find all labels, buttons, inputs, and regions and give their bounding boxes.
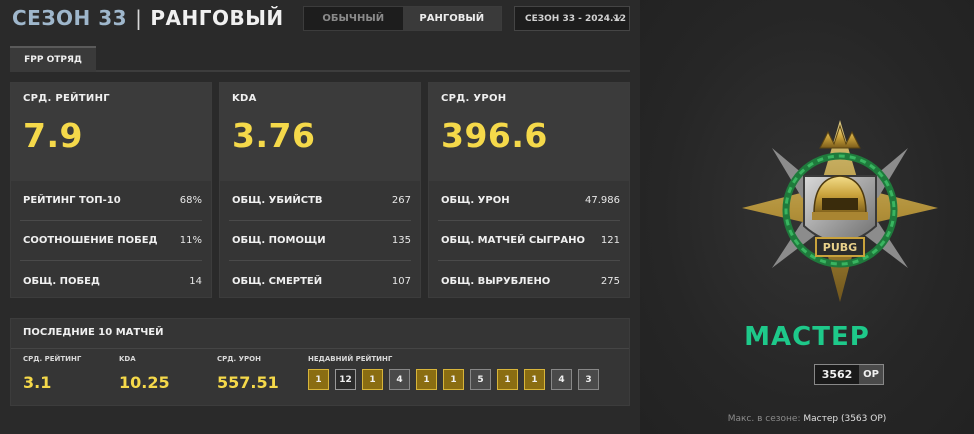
stat-row: ОБЩ. УРОН 47.986: [438, 181, 620, 221]
recent-stat-rating: СРД. РЕЙТИНГ 3.1: [23, 355, 81, 392]
placement-chip: 4: [389, 369, 410, 390]
mode-title: РАНГОВЫЙ: [150, 6, 284, 30]
stat-row: ОБЩ. ВЫРУБЛЕНО 275: [438, 261, 620, 301]
season-dropdown-value: СЕЗОН 33 - 2024.12: [525, 13, 626, 24]
card-label: KDA: [232, 93, 257, 104]
rank-points-unit: OP: [859, 365, 883, 384]
recent-placements: 1 12 1 4 1 1 5 1 1 4 3: [308, 369, 599, 390]
season-max: Макс. в сезоне: Мастер (3563 OP): [640, 414, 974, 424]
recent-placements-label-wrap: НЕДАВНИЙ РЕЙТИНГ: [308, 355, 392, 363]
title-separator: |: [135, 6, 143, 30]
rank-points-badge: 3562 OP: [814, 364, 884, 385]
tab-fpp-squad[interactable]: FPP ОТРЯД: [10, 46, 96, 72]
stat-value: 121: [600, 235, 620, 246]
placement-chip: 1: [308, 369, 329, 390]
stat-row: ОБЩ. ПОМОЩИ 135: [229, 221, 411, 261]
damage-card: СРД. УРОН 396.6 ОБЩ. УРОН 47.986 ОБЩ. МАТ…: [428, 82, 630, 298]
placement-chip: 12: [335, 369, 356, 390]
stat-key: РЕЙТИНГ ТОП-10: [23, 195, 121, 206]
stat-key: ОБЩ. ПОМОЩИ: [232, 235, 326, 246]
rank-panel: PUBG МАСТЕР 3562 OP Макс. в сезоне: Маст…: [640, 0, 974, 434]
stat-row: РЕЙТИНГ ТОП-10 68%: [20, 181, 202, 221]
stat-row: ОБЩ. СМЕРТЕЙ 107: [229, 261, 411, 301]
card-value: 396.6: [441, 116, 548, 155]
placement-chip: 1: [497, 369, 518, 390]
stat-key: ОБЩ. МАТЧЕЙ СЫГРАНО: [441, 235, 585, 246]
card-value: 3.76: [232, 116, 316, 155]
card-value: 7.9: [23, 116, 83, 155]
rating-card: СРД. РЕЙТИНГ 7.9 РЕЙТИНГ ТОП-10 68% СООТН…: [10, 82, 212, 298]
stat-value: 47.986: [585, 195, 620, 206]
stat-value: 107: [391, 275, 411, 287]
placement-chip: 1: [524, 369, 545, 390]
stat-key: ОБЩ. УБИЙСТВ: [232, 195, 323, 206]
stat-key: ОБЩ. ВЫРУБЛЕНО: [441, 275, 551, 287]
recent-stat-label: СРД. РЕЙТИНГ: [23, 355, 82, 363]
recent-stat-value: 3.1: [23, 373, 52, 392]
stat-key: СООТНОШЕНИЕ ПОБЕД: [23, 235, 158, 246]
stat-value: 135: [391, 235, 411, 246]
recent-stat-value: 10.25: [119, 373, 170, 392]
recent-matches-panel: ПОСЛЕДНИЕ 10 МАТЧЕЙ СРД. РЕЙТИНГ 3.1 KDA…: [10, 318, 630, 406]
mode-ranked-button[interactable]: РАНГОВЫЙ: [402, 7, 501, 30]
recent-stat-label: СРД. УРОН: [217, 355, 261, 363]
stat-value: 14: [189, 275, 202, 287]
master-rank-emblem-icon: PUBG: [742, 120, 938, 302]
stat-key: ОБЩ. ПОБЕД: [23, 275, 100, 287]
stat-value: 11%: [179, 235, 202, 246]
card-label: СРД. РЕЙТИНГ: [23, 93, 110, 104]
stat-row: ОБЩ. ПОБЕД 14: [20, 261, 202, 301]
recent-matches-title: ПОСЛЕДНИЕ 10 МАТЧЕЙ: [23, 327, 164, 338]
tab-divider: [10, 70, 630, 72]
placement-chip: 3: [578, 369, 599, 390]
recent-stat-value: 557.51: [217, 373, 279, 392]
season-max-value: Мастер (3563 OP): [803, 414, 887, 424]
stat-row: ОБЩ. УБИЙСТВ 267: [229, 181, 411, 221]
stat-value: 275: [600, 275, 620, 287]
rank-points-value: 3562: [815, 365, 859, 384]
placement-chip: 1: [443, 369, 464, 390]
placement-chip: 5: [470, 369, 491, 390]
mode-toggle: ОБЫЧНЫЙ РАНГОВЫЙ: [303, 6, 502, 31]
kda-card: KDA 3.76 ОБЩ. УБИЙСТВ 267 ОБЩ. ПОМОЩИ 135 …: [219, 82, 421, 298]
page-title: СЕЗОН 33 | РАНГОВЫЙ: [12, 6, 284, 30]
stats-panel: СЕЗОН 33 | РАНГОВЫЙ ОБЫЧНЫЙ РАНГОВЫЙ СЕЗ…: [0, 0, 640, 434]
recent-stat-kda: KDA 10.25: [119, 355, 170, 392]
placement-chip: 4: [551, 369, 572, 390]
card-label: СРД. УРОН: [441, 93, 507, 104]
stat-value: 68%: [179, 195, 202, 206]
recent-stat-damage: СРД. УРОН 557.51: [217, 355, 279, 392]
stat-key: ОБЩ. СМЕРТЕЙ: [232, 275, 323, 287]
season-max-label: Макс. в сезоне:: [727, 414, 801, 424]
placement-chip: 1: [362, 369, 383, 390]
emblem-label: PUBG: [823, 241, 857, 254]
stat-row: СООТНОШЕНИЕ ПОБЕД 11%: [20, 221, 202, 261]
divider: [11, 348, 629, 349]
recent-stat-label: KDA: [119, 355, 136, 363]
season-dropdown[interactable]: СЕЗОН 33 - 2024.12: [514, 6, 630, 31]
placement-chip: 1: [416, 369, 437, 390]
season-label: СЕЗОН 33: [12, 6, 128, 30]
stat-row: ОБЩ. МАТЧЕЙ СЫГРАНО 121: [438, 221, 620, 261]
rank-tier: МАСТЕР: [744, 322, 870, 352]
stat-key: ОБЩ. УРОН: [441, 195, 510, 206]
stat-value: 267: [391, 195, 411, 206]
mode-normal-button[interactable]: ОБЫЧНЫЙ: [304, 7, 403, 30]
recent-placements-label: НЕДАВНИЙ РЕЙТИНГ: [308, 355, 393, 363]
